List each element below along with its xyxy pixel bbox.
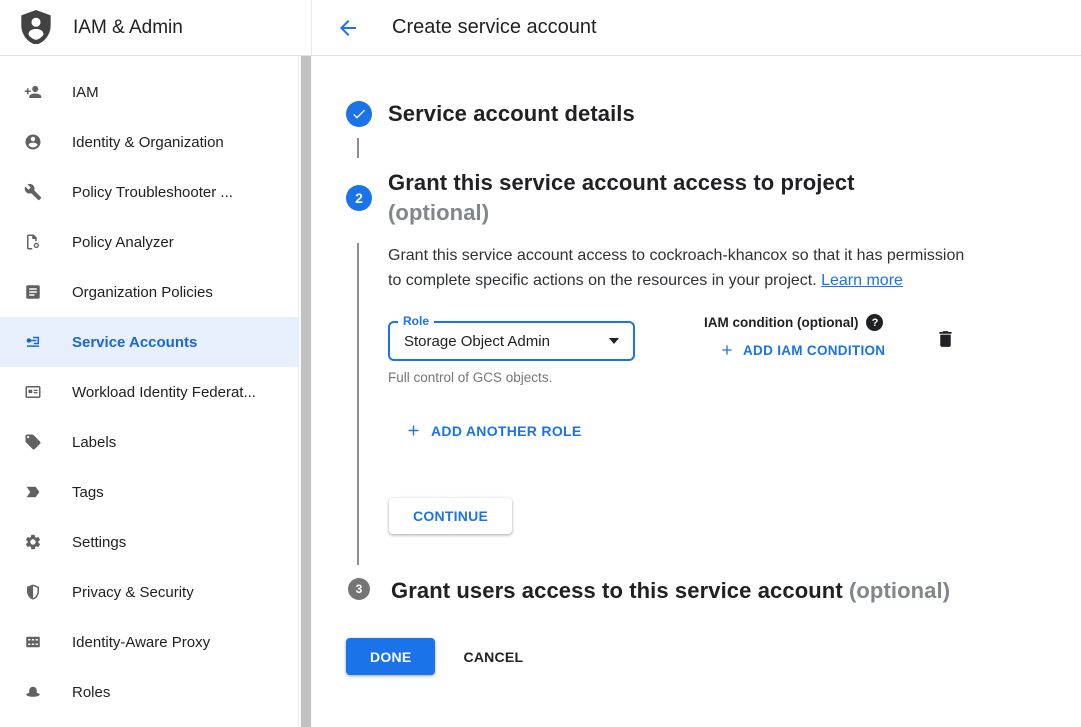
iam-shield-logo-icon xyxy=(20,10,52,46)
step3-header[interactable]: 3 Grant users access to this service acc… xyxy=(346,576,1081,606)
add-another-role-button[interactable]: ADD ANOTHER ROLE xyxy=(405,422,582,439)
service-accounts-icon xyxy=(24,333,42,351)
step3-title: Grant users access to this service accou… xyxy=(391,576,950,606)
sidebar-item-label: Policy Troubleshooter ... xyxy=(72,184,233,201)
step2-title: Grant this service account access to pro… xyxy=(388,168,980,228)
add-iam-condition-button[interactable]: ADD IAM CONDITION xyxy=(719,342,885,358)
sidebar-item-label: Privacy & Security xyxy=(72,584,194,601)
sidebar: IAM Identity & Organization Policy Troub… xyxy=(0,56,312,727)
role-dropdown-value: Storage Object Admin xyxy=(404,333,550,350)
page-header: Create service account xyxy=(312,0,1081,55)
plus-icon xyxy=(719,342,735,358)
learn-more-link[interactable]: Learn more xyxy=(821,272,903,289)
sidebar-item-label: IAM xyxy=(72,84,99,101)
iam-admin-app: IAM & Admin Create service account IAM xyxy=(0,0,1081,727)
sidebar-item-label: Tags xyxy=(72,484,104,501)
product-name: IAM & Admin xyxy=(73,17,183,39)
sidebar-item-label: Labels xyxy=(72,434,116,451)
dropdown-caret-icon xyxy=(609,338,619,344)
workload-identity-icon xyxy=(24,383,42,401)
step3-title-text: Grant users access to this service accou… xyxy=(391,578,843,603)
sidebar-item-service-accounts[interactable]: Service Accounts xyxy=(0,317,312,367)
role-row: Role Storage Object Admin Full control o… xyxy=(388,307,980,385)
iap-icon xyxy=(24,633,42,651)
top-bar: IAM & Admin Create service account xyxy=(0,0,1081,56)
step-connector xyxy=(357,138,359,158)
step3-number: 3 xyxy=(356,582,363,596)
iam-condition-block: IAM condition (optional) ? ADD IAM CONDI… xyxy=(704,314,885,358)
step2-number-badge: 2 xyxy=(346,185,372,211)
policy-analyzer-icon xyxy=(24,233,42,251)
delete-role-button[interactable] xyxy=(935,328,956,353)
role-helper-text: Full control of GCS objects. xyxy=(388,370,635,385)
privacy-shield-icon xyxy=(24,583,42,601)
help-icon[interactable]: ? xyxy=(866,314,883,331)
done-button[interactable]: DONE xyxy=(346,638,435,675)
step1-title: Service account details xyxy=(388,101,635,127)
trash-icon xyxy=(935,328,956,350)
roles-hat-icon xyxy=(24,683,42,701)
add-iam-condition-label: ADD IAM CONDITION xyxy=(743,343,885,358)
org-policies-icon xyxy=(24,283,42,301)
step3-number-badge: 3 xyxy=(348,578,370,600)
person-add-icon xyxy=(24,83,42,101)
sidebar-item-identity-aware-proxy[interactable]: Identity-Aware Proxy xyxy=(0,617,312,667)
sidebar-item-privacy-security[interactable]: Privacy & Security xyxy=(0,567,312,617)
plus-icon xyxy=(405,422,422,439)
add-another-role-label: ADD ANOTHER ROLE xyxy=(431,423,582,439)
role-field: Role Storage Object Admin xyxy=(388,321,635,361)
step2-optional-label: (optional) xyxy=(388,198,980,228)
sidebar-item-label: Organization Policies xyxy=(72,284,213,301)
sidebar-item-roles[interactable]: Roles xyxy=(0,667,312,717)
back-button[interactable] xyxy=(336,16,360,40)
sidebar-item-organization-policies[interactable]: Organization Policies xyxy=(0,267,312,317)
sidebar-scrollbar-thumb[interactable] xyxy=(301,56,311,727)
sidebar-item-label: Policy Analyzer xyxy=(72,234,174,251)
continue-button[interactable]: CONTINUE xyxy=(389,498,512,534)
form-actions: DONE CANCEL xyxy=(346,638,1081,675)
wrench-icon xyxy=(24,183,42,201)
sidebar-item-label: Identity & Organization xyxy=(72,134,224,151)
step-connector xyxy=(357,243,359,565)
sidebar-item-workload-identity-federation[interactable]: Workload Identity Federat... xyxy=(0,367,312,417)
sidebar-item-labels[interactable]: Labels xyxy=(0,417,312,467)
identity-person-icon xyxy=(24,133,42,151)
sidebar-item-label: Roles xyxy=(72,684,110,701)
step1-header[interactable]: Service account details xyxy=(346,101,1081,127)
sidebar-item-label: Workload Identity Federat... xyxy=(72,384,256,401)
tag-arrow-icon xyxy=(24,483,42,501)
step2-title-text: Grant this service account access to pro… xyxy=(388,170,855,195)
sidebar-item-identity-organization[interactable]: Identity & Organization xyxy=(0,117,312,167)
sidebar-item-iam[interactable]: IAM xyxy=(0,67,312,117)
create-service-account-form: Service account details 2 Grant this ser… xyxy=(312,56,1081,727)
step3-optional-label: (optional) xyxy=(849,578,950,603)
role-field-label: Role xyxy=(398,314,434,328)
step1-complete-check-icon xyxy=(346,101,372,127)
sidebar-item-label: Service Accounts xyxy=(72,334,197,351)
gear-icon xyxy=(24,533,42,551)
iam-condition-label: IAM condition (optional) xyxy=(704,315,858,331)
sidebar-header: IAM & Admin xyxy=(0,0,312,55)
cancel-button[interactable]: CANCEL xyxy=(463,649,523,665)
sidebar-item-label: Identity-Aware Proxy xyxy=(72,634,210,651)
sidebar-item-label: Settings xyxy=(72,534,126,551)
sidebar-item-policy-analyzer[interactable]: Policy Analyzer xyxy=(0,217,312,267)
label-tag-icon xyxy=(24,433,42,451)
step2-description: Grant this service account access to coc… xyxy=(388,243,980,293)
step2-number: 2 xyxy=(355,190,363,206)
sidebar-item-settings[interactable]: Settings xyxy=(0,517,312,567)
step2-section: 2 Grant this service account access to p… xyxy=(346,165,1081,534)
sidebar-item-tags[interactable]: Tags xyxy=(0,467,312,517)
page-title: Create service account xyxy=(392,16,597,39)
sidebar-item-policy-troubleshooter[interactable]: Policy Troubleshooter ... xyxy=(0,167,312,217)
sidebar-scrollbar-track xyxy=(298,56,312,727)
